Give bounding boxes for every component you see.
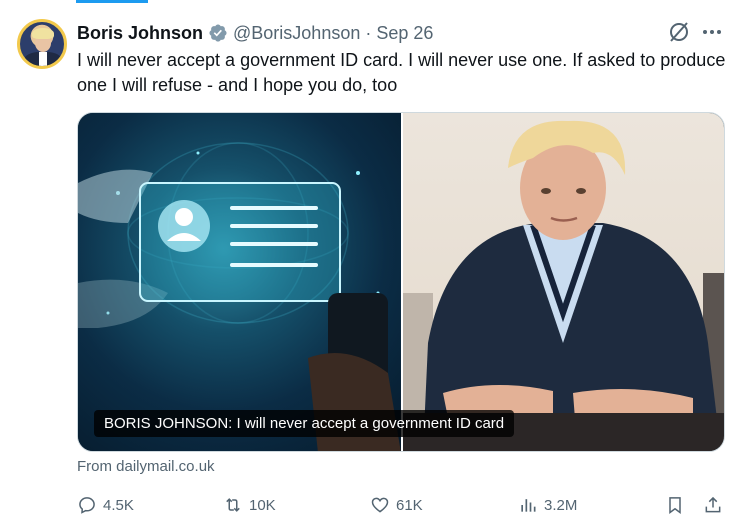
- avatar-shirt: [39, 52, 47, 66]
- link-source[interactable]: From dailymail.co.uk: [77, 458, 215, 475]
- avatar-hair: [32, 28, 54, 39]
- heart-icon: [371, 497, 389, 513]
- repost-icon: [226, 498, 240, 512]
- share-button[interactable]: [703, 494, 723, 516]
- portrait-photo: [403, 113, 724, 451]
- grok-icon[interactable]: [667, 20, 691, 44]
- like-count: 61K: [396, 496, 423, 514]
- more-horizontal-icon[interactable]: [700, 20, 724, 44]
- separator-dot: ·: [365, 22, 372, 43]
- views-button[interactable]: 3.2M: [518, 494, 577, 516]
- repost-count: 10K: [249, 496, 276, 514]
- tweet-header: Boris Johnson @BorisJohnson · Sep 26: [77, 22, 433, 44]
- portrait-graphic: [403, 120, 724, 451]
- media-card[interactable]: BORIS JOHNSON: I will never accept a gov…: [77, 112, 725, 452]
- id-card-graphic: [78, 142, 401, 451]
- like-button[interactable]: 61K: [370, 494, 423, 516]
- bookmark-button[interactable]: [665, 494, 685, 516]
- tweet-actions: 4.5K 10K 61K 3.2M: [77, 494, 727, 516]
- media-caption: BORIS JOHNSON: I will never accept a gov…: [94, 410, 515, 437]
- bookmark-icon: [669, 497, 681, 514]
- repost-button[interactable]: 10K: [223, 494, 276, 516]
- id-card-illustration: [78, 113, 401, 451]
- author-handle[interactable]: @BorisJohnson: [233, 23, 360, 44]
- author-name[interactable]: Boris Johnson: [77, 23, 203, 44]
- view-count: 3.2M: [544, 496, 578, 514]
- reply-count: 4.5K: [103, 496, 134, 514]
- reply-icon: [79, 497, 95, 514]
- tweet-text: I will never accept a government ID card…: [77, 50, 726, 95]
- share-icon: [705, 496, 721, 513]
- views-chart-icon: [521, 499, 536, 512]
- tweet-date[interactable]: Sep 26: [376, 23, 433, 44]
- verified-badge-icon: [209, 24, 227, 42]
- avatar[interactable]: [17, 19, 67, 69]
- reply-button[interactable]: 4.5K: [77, 494, 134, 516]
- active-tab-indicator: [76, 0, 148, 3]
